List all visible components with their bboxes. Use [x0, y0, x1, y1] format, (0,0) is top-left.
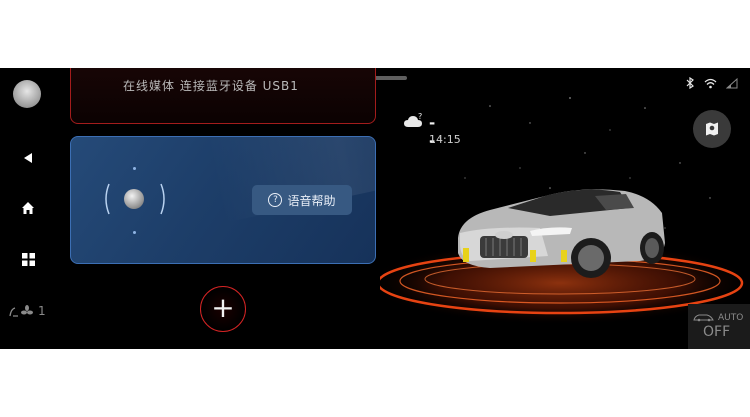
media-source-card[interactable]: 在线媒体 连接蓝牙设备 USB1 [70, 68, 376, 124]
wave-bracket-left-icon [105, 183, 110, 215]
media-source-text: 在线媒体 连接蓝牙设备 USB1 [123, 79, 299, 93]
indicator-dot [133, 167, 136, 170]
bluetooth-icon [686, 77, 694, 89]
add-widget-button[interactable]: + [200, 286, 246, 332]
seat-fan-icon [9, 305, 33, 317]
home-icon [22, 202, 34, 214]
voice-orb-icon [124, 189, 144, 209]
svg-text:?: ? [418, 112, 422, 121]
indicator-dot [133, 231, 136, 234]
fan-control[interactable]: 1 [8, 304, 46, 318]
cloud-question-icon: ? [404, 112, 422, 127]
wifi-icon [704, 78, 717, 88]
user-avatar[interactable] [13, 80, 41, 108]
back-icon [24, 153, 32, 163]
ac-state-label: OFF [703, 324, 731, 340]
home-button[interactable] [18, 198, 38, 218]
status-bar [686, 77, 738, 89]
map-button[interactable] [693, 110, 731, 148]
voice-help-label: 语音帮助 [287, 193, 336, 208]
apps-button[interactable] [18, 249, 38, 269]
ac-auto-label: AUTO [718, 313, 744, 323]
climate-auto-button[interactable]: AUTO OFF [688, 304, 750, 349]
voice-help-button[interactable]: ? 语音帮助 [252, 185, 352, 215]
map-pin-icon [706, 122, 718, 136]
grid-apps-icon [21, 252, 35, 266]
fan-level: 1 [38, 304, 46, 318]
car-airflow-icon [693, 314, 714, 322]
back-button[interactable] [18, 148, 38, 168]
voice-assistant-card[interactable]: ? 语音帮助 [70, 136, 376, 264]
cellular-signal-icon [726, 77, 738, 88]
car-infotainment-screen: 1 在线媒体 连接蓝牙设备 USB1 ? 语音帮助 + ? -- 14:15 A… [0, 68, 750, 349]
question-icon: ? [268, 193, 283, 207]
clock-time: 14:15 [429, 133, 461, 146]
wave-bracket-right-icon [160, 183, 165, 215]
